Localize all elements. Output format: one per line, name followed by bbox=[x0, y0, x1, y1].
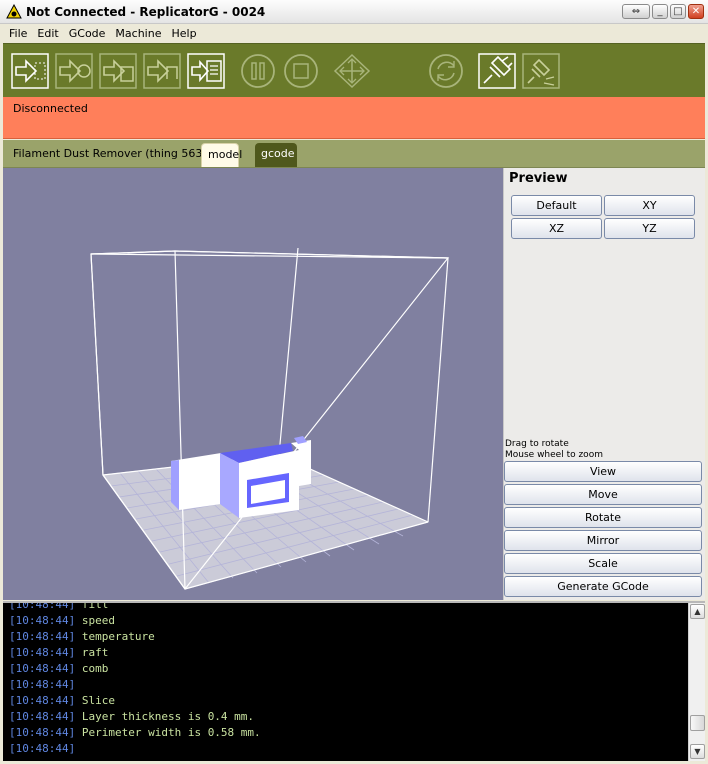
view-default-button[interactable]: Default bbox=[511, 195, 602, 216]
title-bar: Not Connected - ReplicatorG - 0024 ⇔ _ □… bbox=[0, 0, 708, 24]
console-line: [10:48:44] temperature bbox=[9, 630, 155, 643]
close-button[interactable]: ✕ bbox=[688, 4, 704, 19]
hint-rotate: Drag to rotate bbox=[505, 439, 569, 449]
view-button[interactable]: View bbox=[504, 461, 702, 482]
build-to-file-icon[interactable] bbox=[99, 53, 137, 89]
console-log[interactable]: [10:48:44] fill [10:48:44] speed [10:48:… bbox=[3, 601, 705, 761]
build-icon[interactable] bbox=[11, 53, 49, 89]
view-yz-button[interactable]: YZ bbox=[604, 218, 695, 239]
model-name: Filament Dust Remover (thing 5639) bbox=[13, 147, 214, 160]
scroll-thumb[interactable] bbox=[690, 715, 705, 731]
upload-icon[interactable] bbox=[143, 53, 181, 89]
move-button[interactable]: Move bbox=[504, 484, 702, 505]
reset-icon[interactable] bbox=[427, 53, 465, 89]
menu-file[interactable]: File bbox=[4, 27, 32, 40]
restore-layout-icon[interactable]: ⇔ bbox=[622, 4, 650, 19]
stop-icon[interactable] bbox=[282, 53, 320, 89]
menu-gcode[interactable]: GCode bbox=[64, 27, 111, 40]
tab-model[interactable]: model bbox=[201, 143, 242, 167]
window-controls: ⇔ _ □ ✕ bbox=[622, 4, 704, 19]
view-xz-button[interactable]: XZ bbox=[511, 218, 602, 239]
connection-status: Disconnected bbox=[3, 97, 705, 139]
scale-button[interactable]: Scale bbox=[504, 553, 702, 574]
tab-bar: Filament Dust Remover (thing 5639) model… bbox=[3, 140, 705, 168]
console-line: [10:48:44] bbox=[9, 742, 76, 755]
console-line: [10:48:44] fill bbox=[9, 601, 109, 611]
console-line: [10:48:44] Layer thickness is 0.4 mm. bbox=[9, 710, 255, 723]
generate-gcode-button[interactable]: Generate GCode bbox=[504, 576, 702, 597]
menu-edit[interactable]: Edit bbox=[32, 27, 63, 40]
console-line: [10:48:44] speed bbox=[9, 614, 115, 627]
console-line: [10:48:44] bbox=[9, 678, 76, 691]
status-text: Disconnected bbox=[13, 102, 88, 115]
console-lines: [10:48:44] fill [10:48:44] speed [10:48:… bbox=[9, 601, 261, 757]
scroll-up-icon[interactable]: ▲ bbox=[690, 604, 705, 619]
simulate-icon[interactable] bbox=[55, 53, 93, 89]
menu-bar: File Edit GCode Machine Help bbox=[0, 24, 708, 42]
mirror-button[interactable]: Mirror bbox=[504, 530, 702, 551]
console-line: [10:48:44] Slice bbox=[9, 694, 115, 707]
console-line: [10:48:44] comb bbox=[9, 662, 109, 675]
preview-panel: Preview Default XY XZ YZ Drag to rotate … bbox=[503, 168, 705, 600]
view-xy-button[interactable]: XY bbox=[604, 195, 695, 216]
window-title: Not Connected - ReplicatorG - 0024 bbox=[26, 4, 266, 19]
hint-zoom: Mouse wheel to zoom bbox=[505, 450, 603, 460]
generate-gcode-icon[interactable] bbox=[187, 53, 225, 89]
console-scrollbar[interactable]: ▲ ▼ bbox=[688, 603, 705, 761]
pause-icon[interactable] bbox=[239, 53, 277, 89]
scroll-down-icon[interactable]: ▼ bbox=[690, 744, 705, 759]
toolbar bbox=[3, 43, 705, 97]
console-line: [10:48:44] Perimeter width is 0.58 mm. bbox=[9, 726, 261, 739]
3d-preview-viewport[interactable] bbox=[3, 168, 503, 600]
tab-gcode[interactable]: gcode bbox=[255, 143, 297, 167]
rotate-button[interactable]: Rotate bbox=[504, 507, 702, 528]
minimize-button[interactable]: _ bbox=[652, 4, 668, 19]
console-line: [10:48:44] raft bbox=[9, 646, 109, 659]
3d-model bbox=[171, 436, 311, 518]
replicatorg-logo-icon bbox=[6, 3, 22, 20]
preview-title: Preview bbox=[509, 171, 568, 186]
maximize-button[interactable]: □ bbox=[670, 4, 686, 19]
disconnect-icon[interactable] bbox=[522, 53, 560, 89]
menu-machine[interactable]: Machine bbox=[110, 27, 166, 40]
menu-help[interactable]: Help bbox=[166, 27, 201, 40]
control-panel-icon[interactable] bbox=[333, 53, 371, 89]
connect-icon[interactable] bbox=[478, 53, 516, 89]
